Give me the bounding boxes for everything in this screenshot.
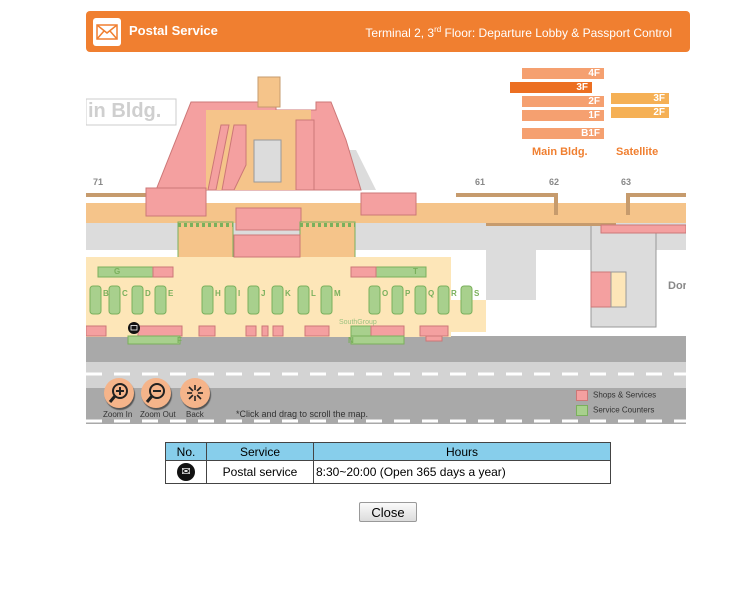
counter-h: [201, 285, 214, 315]
legend-label-counters: Service Counters: [593, 405, 655, 415]
floor-main-b1f[interactable]: B1F: [522, 128, 604, 139]
grey-core: [253, 139, 282, 183]
legend-label-shops: Shops & Services: [593, 390, 657, 400]
floor-main-1f[interactable]: 1F: [522, 110, 604, 121]
counter-label-k: K: [285, 289, 291, 298]
legend-swatch-counters: [576, 405, 588, 416]
main-tower: [257, 76, 281, 108]
back-button[interactable]: [180, 378, 210, 408]
counter-g: [97, 266, 154, 278]
row-icon-cell: ✉: [165, 460, 207, 484]
subtitle-pre: Terminal 2, 3: [365, 26, 435, 40]
counter-label-m: M: [334, 289, 341, 298]
counter-label-p: P: [405, 289, 411, 298]
counter-label-j: J: [261, 289, 265, 298]
legend-counters: Service Counters: [576, 405, 654, 416]
gate-61: 61: [475, 177, 485, 187]
envelope-icon: [93, 18, 121, 46]
counter-label-d: D: [145, 289, 151, 298]
legend-swatch-shops: [576, 390, 588, 401]
counter-label-h: H: [215, 289, 221, 298]
zoom-out-button[interactable]: [141, 378, 171, 408]
floor-selector: 4F 3F 2F 1F B1F 3F 2F Main Bldg. Satelli…: [508, 66, 686, 166]
floor-satellite-2f[interactable]: 2F: [611, 107, 669, 118]
counter-label-i: I: [238, 289, 240, 298]
satellite-label: Satellite: [616, 146, 659, 158]
gate-62: 62: [549, 177, 559, 187]
dialog-header: Postal Service Terminal 2, 3rd Floor: De…: [86, 11, 690, 52]
counter-m: [320, 285, 333, 315]
bldg-label: in Bldg.: [88, 100, 161, 122]
counter-label-o: O: [382, 289, 388, 298]
group-label-t: T: [413, 267, 418, 276]
gate-63: 63: [621, 177, 631, 187]
postal-marker[interactable]: [128, 322, 140, 334]
group-label-f: F: [177, 336, 182, 345]
south-group-label: SouthGroup: [339, 319, 377, 326]
zoom-in-icon: [108, 383, 128, 403]
zoom-out-label: Zoom Out: [140, 410, 176, 419]
counter-l: [297, 285, 310, 315]
counter-r: [437, 285, 450, 315]
service-table: No. Service Hours ✉ Postal service 8:30~…: [165, 442, 611, 484]
row-service: Postal service: [206, 460, 314, 484]
table-row: ✉ Postal service 8:30~20:00 (Open 365 da…: [165, 460, 611, 484]
main-bldg-label: Main Bldg.: [532, 146, 588, 158]
col-hours: Hours: [313, 442, 611, 461]
postal-icon: ✉: [177, 463, 195, 481]
gate-71: 71: [93, 177, 103, 187]
counter-i: [224, 285, 237, 315]
floor-main-4f[interactable]: 4F: [522, 68, 604, 79]
counter-k: [271, 285, 284, 315]
counter-label-b: B: [103, 289, 109, 298]
dialog-title: Postal Service: [129, 23, 218, 38]
counter-label-c: C: [122, 289, 128, 298]
counter-s: [460, 285, 473, 315]
col-service: Service: [206, 442, 314, 461]
row-hours: 8:30~20:00 (Open 365 days a year): [313, 460, 611, 484]
counter-label-e: E: [168, 289, 174, 298]
counter-q: [414, 285, 427, 315]
counter-d: [131, 285, 144, 315]
back-label: Back: [186, 410, 204, 419]
table-header-row: No. Service Hours: [165, 442, 611, 461]
zoom-in-button[interactable]: [104, 378, 134, 408]
group-label-g: G: [114, 267, 120, 276]
counter-label-s: S: [474, 289, 480, 298]
counter-e: [154, 285, 167, 315]
counter-label-l: L: [311, 289, 316, 298]
counter-b: [89, 285, 102, 315]
terminal-map[interactable]: in Bldg. Dor 71 61 62 63 G T F N SouthGr…: [86, 60, 686, 424]
group-label-n: N: [348, 336, 354, 345]
floor-satellite-3f[interactable]: 3F: [611, 93, 669, 104]
drag-hint: *Click and drag to scroll the map.: [236, 409, 369, 419]
counter-t: [375, 266, 427, 278]
zoom-out-icon: [145, 383, 165, 403]
counter-p: [391, 285, 404, 315]
reset-icon: [187, 385, 203, 401]
domestic-label: Dor: [668, 280, 686, 292]
grey-block-2: [486, 240, 536, 300]
subtitle-post: Floor: Departure Lobby & Passport Contro…: [441, 26, 672, 40]
col-no: No.: [165, 442, 207, 461]
zoom-in-label: Zoom In: [103, 410, 133, 419]
counter-f: [127, 335, 181, 345]
floor-main-2f[interactable]: 2F: [522, 96, 604, 107]
counter-n: [350, 335, 405, 345]
legend-shops: Shops & Services: [576, 390, 656, 401]
central-shop: [235, 207, 302, 231]
counter-label-r: R: [451, 289, 457, 298]
counter-o: [368, 285, 381, 315]
counter-label-q: Q: [428, 289, 434, 298]
counter-c: [108, 285, 121, 315]
location-subtitle: Terminal 2, 3rd Floor: Departure Lobby &…: [365, 25, 672, 40]
close-button[interactable]: Close: [359, 502, 417, 522]
counter-j: [247, 285, 260, 315]
floor-main-3f-active[interactable]: 3F: [510, 82, 592, 93]
